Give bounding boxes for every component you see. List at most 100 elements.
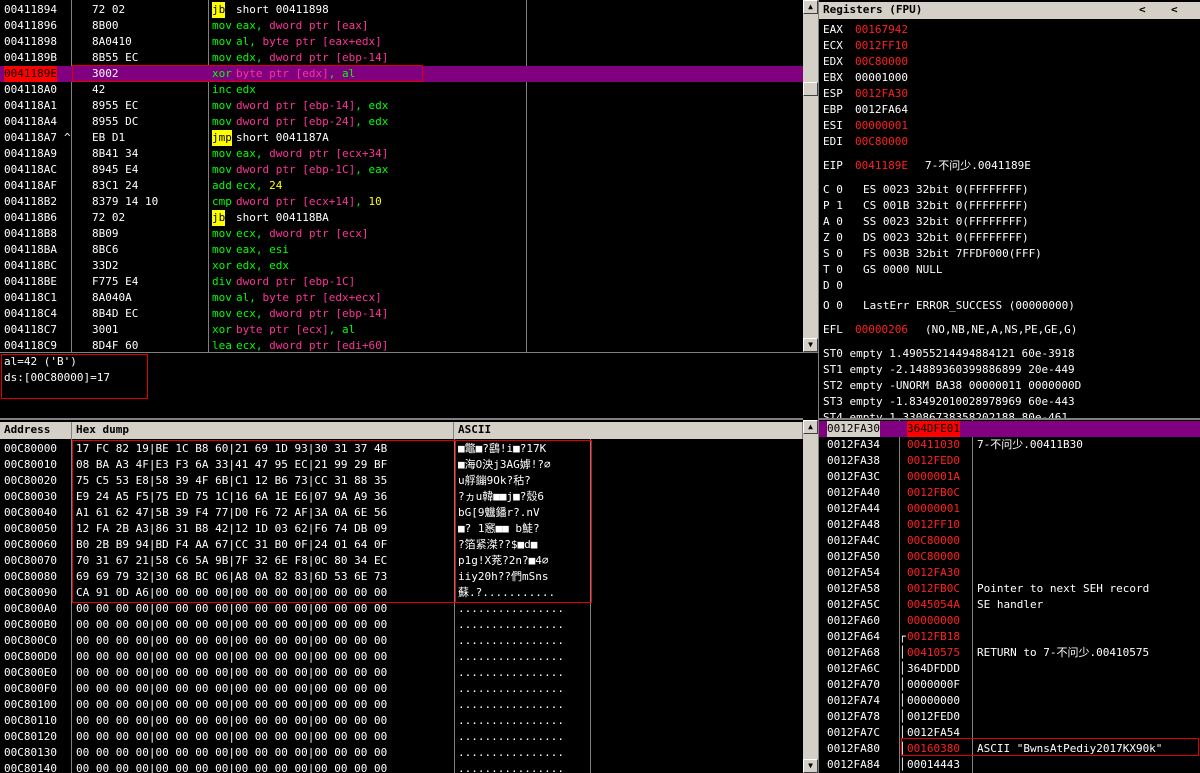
scroll-up-icon[interactable]: ▲ — [803, 0, 818, 14]
register-value[interactable]: 00167942 — [855, 22, 908, 38]
stack-row[interactable]: 0012FA60 00000000 — [819, 613, 1200, 629]
disasm-row[interactable]: 00411896 8B00 mov eax, dword ptr [eax] — [0, 18, 803, 34]
disasm-row[interactable]: 004118BC 33D2 xor edx, edx — [0, 258, 803, 274]
disasm-row[interactable]: 004118C7 3001 xor byte ptr [ecx], al — [0, 322, 803, 338]
dump-row[interactable]: 00C800A0 00 00 00 00|00 00 00 00|00 00 00… — [0, 601, 803, 617]
disasm-row[interactable]: 004118C1 8A040A mov al, byte ptr [edx+ecx] — [0, 290, 803, 306]
fpu-row[interactable]: ST1 empty -2.14889360399886899 20e-449 — [823, 362, 1075, 378]
stack-value[interactable]: 0012FB0C — [907, 485, 960, 501]
stack-row[interactable]: 0012FA6C 364DFDDD │ — [819, 661, 1200, 677]
stack-row[interactable]: 0012FA3C 0000001A — [819, 469, 1200, 485]
stack-row[interactable]: 0012FA30 364DFE01 — [819, 421, 1200, 437]
disasm-row[interactable]: 00411894 72 02 jb short 00411898 — [0, 2, 803, 18]
disasm-row[interactable]: 004118B8 8B09 mov ecx, dword ptr [ecx] — [0, 226, 803, 242]
stack-value[interactable]: 00014443 — [907, 757, 960, 773]
stack-value[interactable]: 0012FED0 — [907, 453, 960, 469]
dump-row[interactable]: 00C800C0 00 00 00 00|00 00 00 00|00 00 00… — [0, 633, 803, 649]
dump-col-address[interactable]: Address — [0, 422, 72, 439]
disasm-row[interactable]: 004118C4 8B4D EC mov ecx, dword ptr [ebp-1… — [0, 306, 803, 322]
stack-row[interactable]: 0012FA78 0012FED0 │ — [819, 709, 1200, 725]
flag[interactable]: O 0 — [823, 298, 843, 314]
stack-row[interactable]: 0012FA68 00410575 │ RETURN to 7-不问少.0041057… — [819, 645, 1200, 661]
register-value[interactable]: 0041189E — [855, 158, 908, 174]
dump-row[interactable]: 00C800E0 00 00 00 00|00 00 00 00|00 00 00… — [0, 665, 803, 681]
disasm-row[interactable]: 004118BA 8BC6 mov eax, esi — [0, 242, 803, 258]
stack-value[interactable]: 0000000F — [907, 677, 960, 693]
disasm-row[interactable]: 004118BE F775 E4 div dword ptr [ebp-1C] — [0, 274, 803, 290]
stack-value[interactable]: 00C80000 — [907, 549, 960, 565]
stack-row[interactable]: 0012FA58 0012FB0C Pointer to next SEH reco… — [819, 581, 1200, 597]
register-value[interactable]: 00000001 — [855, 118, 908, 134]
register-value[interactable]: 00C80000 — [855, 134, 908, 150]
stack-value[interactable]: 364DFE01 — [907, 421, 960, 437]
flag[interactable]: Z 0 — [823, 230, 843, 246]
stack-value[interactable]: 0000001A — [907, 469, 960, 485]
disassembly-scrollbar[interactable]: ▲ ▼ — [803, 0, 818, 352]
scroll-down-icon[interactable]: ▼ — [803, 759, 818, 773]
stack-pane[interactable]: 0012FA30 364DFE01 0012FA34 00411030 7-不问少.00… — [818, 418, 1200, 773]
disasm-row[interactable]: 004118A0 42 inc edx — [0, 82, 803, 98]
fpu-row[interactable]: ST4 empty 1.33086738358202188 80e-461 — [823, 410, 1068, 418]
disasm-row[interactable]: 004118A9 8B41 34 mov eax, dword ptr [ecx+3… — [0, 146, 803, 162]
fpu-row[interactable]: ST3 empty -1.83492010028978969 60e-443 — [823, 394, 1075, 410]
stack-row[interactable]: 0012FA40 0012FB0C — [819, 485, 1200, 501]
flag[interactable]: P 1 — [823, 198, 843, 214]
register-value[interactable]: 0012FA64 — [855, 102, 908, 118]
dump-row[interactable]: 00C80130 00 00 00 00|00 00 00 00|00 00 00… — [0, 745, 803, 761]
stack-value[interactable]: 00000000 — [907, 613, 960, 629]
disassembly-pane[interactable]: 00411894 72 02 jb short 00411898 00411896 8… — [0, 0, 803, 352]
register-value[interactable]: 00001000 — [855, 70, 908, 86]
stack-value[interactable]: 0012FB0C — [907, 581, 960, 597]
register-value[interactable]: 0012FA30 — [855, 86, 908, 102]
registers-nav-right-icon[interactable]: < — [1171, 2, 1178, 18]
dump-row[interactable]: 00C80110 00 00 00 00|00 00 00 00|00 00 00… — [0, 713, 803, 729]
fpu-row[interactable]: ST2 empty -UNORM BA38 00000011 0000000D — [823, 378, 1081, 394]
stack-row[interactable]: 0012FA48 0012FF10 — [819, 517, 1200, 533]
stack-value[interactable]: 00000000 — [907, 693, 960, 709]
stack-value[interactable]: 364DFDDD — [907, 661, 960, 677]
dump-row[interactable]: 00C80120 00 00 00 00|00 00 00 00|00 00 00… — [0, 729, 803, 745]
hex-dump-pane[interactable]: Address Hex dump ASCII 00C80000 17 FC 82 … — [0, 418, 803, 773]
disasm-row[interactable]: 004118A4 8955 DC mov dword ptr [ebp-24], e… — [0, 114, 803, 130]
registers-nav-left-icon[interactable]: < — [1139, 2, 1146, 18]
stack-row[interactable]: 0012FA70 0000000F │ — [819, 677, 1200, 693]
stack-row[interactable]: 0012FA44 00000001 — [819, 501, 1200, 517]
dump-scrollbar[interactable]: ▲ ▼ — [803, 420, 818, 773]
disasm-row[interactable]: 004118AF 83C1 24 add ecx, 24 — [0, 178, 803, 194]
stack-value[interactable]: 00410575 — [907, 645, 960, 661]
dump-row[interactable]: 00C80100 00 00 00 00|00 00 00 00|00 00 00… — [0, 697, 803, 713]
dump-row[interactable]: 00C80140 00 00 00 00|00 00 00 00|00 00 00… — [0, 761, 803, 773]
register-value[interactable]: 00C80000 — [855, 54, 908, 70]
flag[interactable]: A 0 — [823, 214, 843, 230]
stack-row[interactable]: 0012FA5C 0045054A SE handler — [819, 597, 1200, 613]
disasm-row[interactable]: 004118B2 8379 14 10 cmp dword ptr [ecx+14]… — [0, 194, 803, 210]
register-value[interactable]: 0012FF10 — [855, 38, 908, 54]
disasm-row[interactable]: 004118B6 72 02 jb short 004118BA — [0, 210, 803, 226]
disasm-row[interactable]: 004118AC 8945 E4 mov dword ptr [ebp-1C], e… — [0, 162, 803, 178]
stack-value[interactable]: 0012FA30 — [907, 565, 960, 581]
disasm-row[interactable]: 00411898 8A0410 mov al, byte ptr [eax+edx] — [0, 34, 803, 50]
scroll-up-icon[interactable]: ▲ — [803, 420, 818, 434]
stack-value[interactable]: 0045054A — [907, 597, 960, 613]
stack-row[interactable]: 0012FA54 0012FA30 — [819, 565, 1200, 581]
stack-value[interactable]: 00000001 — [907, 501, 960, 517]
register-value[interactable]: 00000206 — [855, 322, 908, 338]
stack-row[interactable]: 0012FA34 00411030 7-不问少.00411B30 — [819, 437, 1200, 453]
dump-col-ascii[interactable]: ASCII — [454, 422, 803, 439]
registers-header[interactable]: Registers (FPU) < < — [819, 2, 1200, 19]
stack-row[interactable]: 0012FA74 00000000 │ — [819, 693, 1200, 709]
disasm-row[interactable]: 004118A7 ^ EB D1 jmp short 0041187A — [0, 130, 803, 146]
stack-value[interactable]: 0012FED0 — [907, 709, 960, 725]
fpu-row[interactable]: ST0 empty 1.49055214494884121 60e-3918 — [823, 346, 1075, 362]
stack-row[interactable]: 0012FA4C 00C80000 — [819, 533, 1200, 549]
disasm-row[interactable]: 004118C9 8D4F 60 lea ecx, dword ptr [edi+6… — [0, 338, 803, 352]
dump-row[interactable]: 00C800D0 00 00 00 00|00 00 00 00|00 00 00… — [0, 649, 803, 665]
stack-row[interactable]: 0012FA50 00C80000 — [819, 549, 1200, 565]
stack-value[interactable]: 0012FB18 — [907, 629, 960, 645]
registers-pane[interactable]: Registers (FPU) < < EAX 00167942 ECX 0012FF… — [818, 0, 1200, 418]
disasm-row[interactable]: 004118A1 8955 EC mov dword ptr [ebp-14], e… — [0, 98, 803, 114]
scroll-down-icon[interactable]: ▼ — [803, 338, 818, 352]
stack-value[interactable]: 00411030 — [907, 437, 960, 453]
flag[interactable]: D 0 — [823, 278, 843, 294]
disasm-row[interactable]: 0041189B 8B55 EC mov edx, dword ptr [ebp-1… — [0, 50, 803, 66]
